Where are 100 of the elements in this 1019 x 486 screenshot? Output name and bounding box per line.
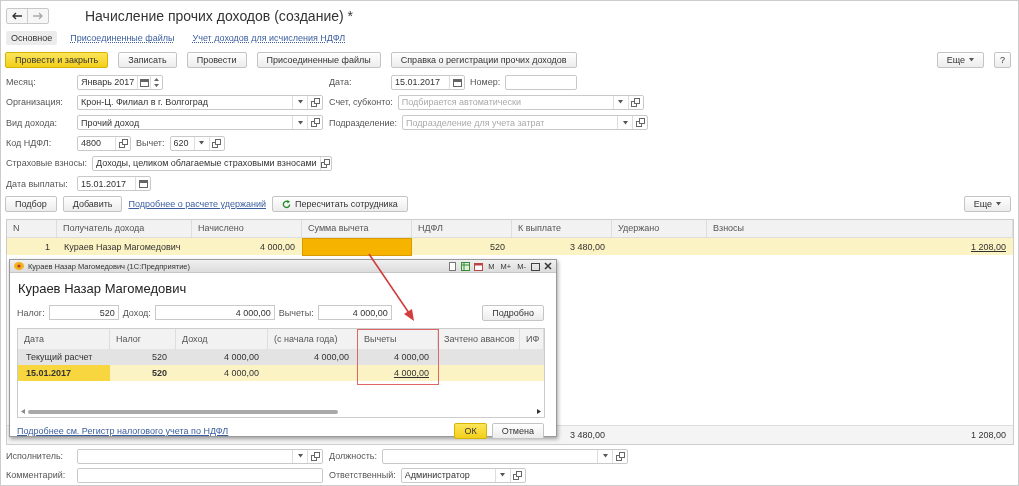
- open-icon[interactable]: [307, 95, 322, 109]
- table-cell-text: 4 000,00: [222, 351, 260, 364]
- field-label: Ответственный:: [329, 470, 396, 481]
- scroll-left-icon[interactable]: [21, 409, 25, 414]
- table-cell-text: 520: [150, 351, 168, 364]
- table-cell-text: 4 000,00: [222, 367, 260, 380]
- field-label: Вид дохода:: [6, 117, 58, 128]
- column-header[interactable]: N: [7, 219, 57, 237]
- column-header[interactable]: К выплате: [512, 219, 612, 237]
- toolbar-button[interactable]: Справка о регистрации прочих доходов: [390, 51, 577, 68]
- field-label: Номер:: [470, 77, 501, 88]
- code-field[interactable]: 4800: [77, 135, 131, 151]
- open-icon[interactable]: [612, 449, 628, 463]
- table-cell-text: 3 480,00: [568, 240, 606, 254]
- help-button[interactable]: ?: [994, 51, 1011, 68]
- date-field[interactable]: 15.01.2017: [77, 176, 151, 192]
- open-icon[interactable]: [208, 136, 224, 150]
- field-label: Код НДФЛ:: [6, 138, 53, 149]
- app-icon: [14, 262, 24, 270]
- window-title: Начисление прочих доходов (создание) *: [85, 8, 353, 24]
- table-cell-text: Кураев Назар Магомедович: [63, 240, 182, 254]
- total-cell: 3 480,00: [569, 429, 605, 440]
- column-header[interactable]: Удержано: [612, 219, 707, 237]
- field-label: Страховые взносы:: [6, 158, 88, 169]
- field-label: Должность:: [329, 451, 378, 462]
- table-cell-text: Текущий расчет: [25, 351, 94, 364]
- table-cell-text: 4 000,00: [312, 351, 350, 364]
- dialog-heading: Кураев Назар Магомедович: [17, 280, 188, 298]
- select-field[interactable]: 620: [169, 135, 225, 151]
- details-button[interactable]: Подробно: [482, 304, 544, 321]
- spin-icon[interactable]: [149, 75, 162, 89]
- field-label: Подразделение:: [329, 117, 398, 128]
- month-field[interactable]: Январь 2017: [77, 74, 163, 90]
- select-field[interactable]: Доходы, целиком облагаемые страховыми взносами: [92, 155, 333, 171]
- table-cell-text: 4 000,00: [392, 367, 430, 380]
- recalculate-button[interactable]: Пересчитать сотрудника: [272, 196, 408, 213]
- column-header[interactable]: НДФЛ: [412, 219, 512, 237]
- open-icon[interactable]: [307, 116, 322, 130]
- toolbar-button[interactable]: Записать: [118, 51, 177, 68]
- tab[interactable]: Присоединенные файлы: [65, 30, 180, 45]
- more-button[interactable]: Еще: [936, 51, 984, 68]
- date-field[interactable]: 15.01.2017: [391, 74, 465, 90]
- select-field[interactable]: Прочий доход: [77, 115, 323, 131]
- field-label: Комментарий:: [6, 470, 67, 481]
- select-field[interactable]: [77, 448, 323, 464]
- open-icon[interactable]: [115, 136, 130, 150]
- table-cell: 15.01.2017: [18, 365, 110, 381]
- select-field[interactable]: Крон-Ц. Филиал в г. Волгоград: [77, 94, 323, 110]
- calendar-icon[interactable]: [474, 261, 484, 271]
- scroll-right-icon[interactable]: [537, 409, 541, 414]
- select-field[interactable]: Администратор: [400, 467, 526, 483]
- field-label: Дата:: [329, 77, 353, 88]
- column-header[interactable]: Получатель дохода: [57, 219, 192, 237]
- table-cell-text: 520: [488, 240, 506, 254]
- close-icon[interactable]: [544, 262, 552, 270]
- column-header[interactable]: Сумма вычета: [302, 219, 412, 237]
- number-field[interactable]: [505, 74, 578, 90]
- refresh-icon: [282, 199, 291, 209]
- table-cell-text: 520: [150, 367, 168, 380]
- table-cell-text: 4 000,00: [258, 240, 296, 254]
- select-field[interactable]: [382, 448, 629, 464]
- text-field[interactable]: [77, 467, 323, 483]
- open-icon[interactable]: [307, 449, 322, 463]
- register-link[interactable]: Подробнее см. Регистр налогового учета по НДФЛ: [17, 426, 229, 436]
- tab[interactable]: Основное: [6, 30, 58, 45]
- horizontal-scrollbar[interactable]: [18, 408, 544, 415]
- dialog-button[interactable]: Отмена: [491, 423, 544, 439]
- column-header[interactable]: Взносы: [707, 219, 1013, 237]
- number-field[interactable]: 4 000,00: [317, 305, 392, 320]
- field-label: Организация:: [6, 97, 64, 108]
- field-label: Вычет:: [136, 138, 165, 149]
- toolbar-button[interactable]: Подбор: [5, 196, 57, 213]
- open-icon[interactable]: [509, 468, 525, 482]
- field-label: Счет, субконто:: [329, 97, 393, 108]
- tab[interactable]: Учет доходов для исчисления НДФЛ: [187, 30, 351, 45]
- table-cell-text: 1 208,00: [969, 240, 1007, 254]
- toolbar-button[interactable]: Провести и закрыть: [5, 51, 109, 68]
- field-label: Месяц:: [6, 77, 37, 88]
- more-button[interactable]: Еще: [963, 196, 1011, 213]
- open-icon[interactable]: [627, 95, 643, 109]
- dialog-button[interactable]: ОК: [454, 423, 487, 439]
- details-link[interactable]: Подробнее о расчете удержаний: [128, 199, 266, 210]
- field-label: Дата выплаты:: [6, 178, 69, 189]
- toolbar-button[interactable]: Добавить: [62, 196, 123, 213]
- document-icon[interactable]: [448, 261, 458, 271]
- open-icon[interactable]: [632, 116, 648, 130]
- total-cell: 1 208,00: [970, 429, 1006, 440]
- column-header[interactable]: Начислено: [192, 219, 302, 237]
- open-icon[interactable]: [319, 156, 332, 170]
- maximize-icon[interactable]: [531, 261, 540, 271]
- toolbar-button[interactable]: Провести: [186, 51, 247, 68]
- caret-icon: [969, 57, 974, 62]
- table-row[interactable]: Текущий расчет 520 4 000,00 4 000,00 4 000,00: [18, 349, 544, 365]
- table-row[interactable]: 15.01.2017 520 4 000,00 4 000,00: [18, 365, 544, 381]
- caret-icon: [996, 202, 1001, 207]
- spreadsheet-icon[interactable]: [461, 261, 471, 271]
- number-field[interactable]: 520: [48, 305, 119, 320]
- field-label: Налог:: [17, 307, 45, 318]
- number-field[interactable]: 4 000,00: [154, 305, 275, 320]
- toolbar-button[interactable]: Присоединенные файлы: [256, 51, 381, 68]
